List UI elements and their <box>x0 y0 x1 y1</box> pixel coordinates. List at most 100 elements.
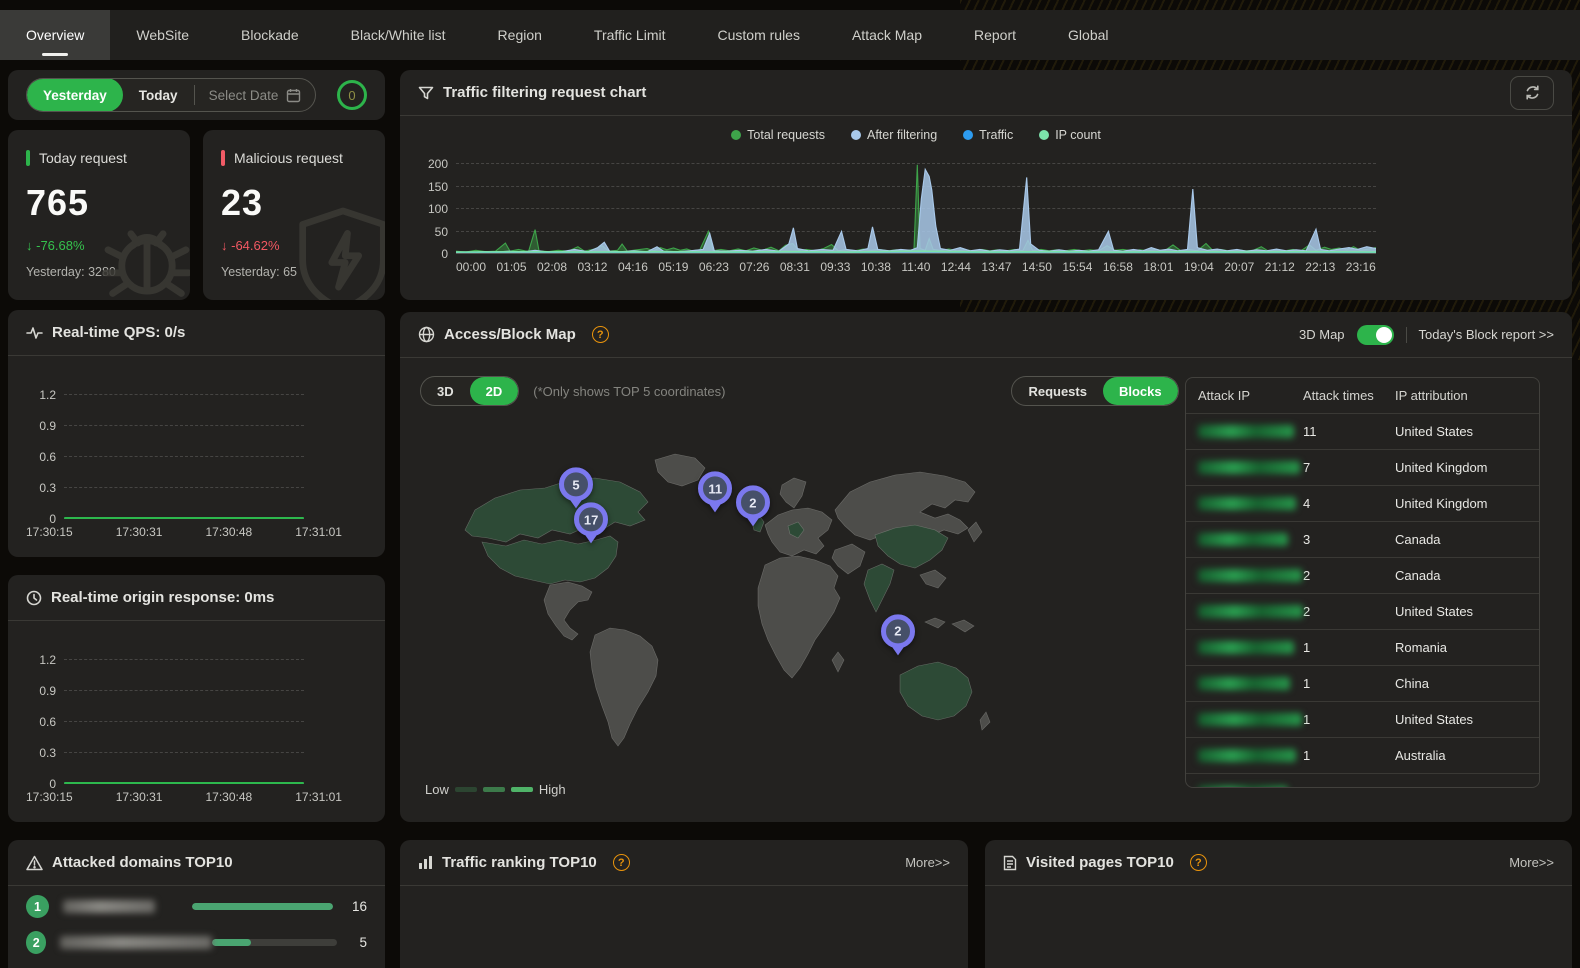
yesterday-button[interactable]: Yesterday <box>27 78 123 112</box>
column-header: Attack IP <box>1186 388 1303 403</box>
map-2d-button[interactable]: 2D <box>470 377 519 405</box>
gridline-y0.9: 0.9 <box>64 425 304 426</box>
legend-item-after-filtering[interactable]: After filtering <box>851 128 937 142</box>
nav-tab-report[interactable]: Report <box>948 10 1042 60</box>
map-pin-australia[interactable]: 2 <box>881 614 915 655</box>
ip-attribution-cell: United Kingdom <box>1395 496 1539 511</box>
help-icon[interactable]: ? <box>1190 854 1207 871</box>
nav-tab-blockade[interactable]: Blockade <box>215 10 325 60</box>
pin-count: 17 <box>574 502 608 536</box>
y-tick-label: 0.6 <box>39 715 56 729</box>
select-date-input[interactable]: Select Date <box>195 88 316 103</box>
blocks-button[interactable]: Blocks <box>1103 377 1178 405</box>
realtime-origin-response-card: Real-time origin response: 0ms 00.30.60.… <box>8 575 385 822</box>
qps-x-axis: 17:30:1517:30:3117:30:4817:31:01 <box>26 525 342 539</box>
x-tick-label: 02:08 <box>537 260 567 274</box>
card-title-text: Real-time origin response: 0ms <box>51 589 274 606</box>
map-pin-united-kingdom[interactable]: 11 <box>698 472 732 513</box>
map-pin-united-states[interactable]: 17 <box>574 502 608 543</box>
redacted-attack-ip <box>1198 713 1302 726</box>
nav-tab-overview[interactable]: Overview <box>0 10 110 60</box>
stat-title-row: Today request <box>26 150 172 166</box>
x-tick-label: 17:31:01 <box>295 790 342 804</box>
x-tick-label: 12:44 <box>941 260 971 274</box>
traffic-chart-x-axis: 00:0001:0502:0803:1204:1605:1906:2307:26… <box>456 260 1376 274</box>
x-tick-label: 23:16 <box>1346 260 1376 274</box>
help-icon[interactable]: ? <box>613 854 630 871</box>
card-title-text: Traffic filtering request chart <box>443 84 646 101</box>
x-tick-label: 17:30:48 <box>206 525 253 539</box>
redacted-domain <box>63 900 155 913</box>
more-link[interactable]: More>> <box>1509 855 1554 870</box>
x-tick-label: 19:04 <box>1184 260 1214 274</box>
map-note: (*Only shows TOP 5 coordinates) <box>533 384 725 399</box>
series-line-origin-response <box>64 782 304 785</box>
attack-times-cell: 1 <box>1303 640 1395 655</box>
x-tick-label: 08:31 <box>780 260 810 274</box>
map-pin-eastern-europe[interactable]: 2 <box>736 485 770 526</box>
requests-button[interactable]: Requests <box>1012 377 1103 405</box>
refresh-button[interactable] <box>1510 76 1554 110</box>
world-map[interactable]: 5171122 <box>420 430 1000 770</box>
help-icon[interactable]: ? <box>592 326 609 343</box>
nav-tab-global[interactable]: Global <box>1042 10 1134 60</box>
x-tick-label: 21:12 <box>1265 260 1295 274</box>
qps-plot: 00.30.60.91.2 <box>64 394 304 518</box>
bug-icon <box>92 204 190 300</box>
legend-dot <box>731 130 741 140</box>
access-block-map-card: Access/Block Map ? 3D Map Today's Block … <box>400 312 1572 822</box>
series-line-qps <box>64 517 304 520</box>
more-link[interactable]: More>> <box>905 855 950 870</box>
redacted-attack-ip <box>1198 533 1288 546</box>
date-range-group: Yesterday Today Select Date <box>26 78 316 112</box>
attack-table-row: 2United States <box>1186 594 1539 630</box>
y-tick-label: 0.6 <box>39 450 56 464</box>
gridline-y0.6: 0.6 <box>64 721 304 722</box>
attacked-domains-list: 11625 <box>8 891 385 958</box>
attack-table-row: 1Australia <box>1186 738 1539 774</box>
x-tick-label: 05:19 <box>658 260 688 274</box>
redacted-domain <box>60 936 211 949</box>
todays-block-report-link[interactable]: Today's Block report >> <box>1419 327 1554 342</box>
stat-title: Malicious request <box>234 150 343 166</box>
select-date-placeholder: Select Date <box>209 88 279 103</box>
map-3d-toggle[interactable] <box>1357 325 1394 345</box>
ip-attribution-cell: Romania <box>1395 640 1539 655</box>
x-tick-label: 06:23 <box>699 260 729 274</box>
ip-attribution-cell: Canada <box>1395 568 1539 583</box>
x-tick-label: 22:13 <box>1305 260 1335 274</box>
legend-item-total-requests[interactable]: Total requests <box>731 128 825 142</box>
nav-tab-website[interactable]: WebSite <box>110 10 215 60</box>
attack-times-cell: 1 <box>1303 676 1395 691</box>
pin-tail <box>584 533 598 543</box>
green-marker <box>26 150 30 166</box>
ip-attribution-cell: United States <box>1395 604 1539 619</box>
pin-tail <box>708 503 722 513</box>
map-3d-button[interactable]: 3D <box>421 377 470 405</box>
refresh-countdown-badge[interactable]: 0 <box>337 80 367 110</box>
nav-tab-black-white-list[interactable]: Black/White list <box>325 10 472 60</box>
x-tick-label: 00:00 <box>456 260 486 274</box>
legend-item-traffic[interactable]: Traffic <box>963 128 1013 142</box>
ip-attribution-cell: Germany <box>1395 785 1539 789</box>
attack-ip-table: Attack IPAttack timesIP attribution11Uni… <box>1185 377 1540 788</box>
x-tick-label: 18:01 <box>1143 260 1173 274</box>
x-tick-label: 13:47 <box>981 260 1011 274</box>
stat-title: Today request <box>39 150 127 166</box>
nav-tab-custom-rules[interactable]: Custom rules <box>692 10 826 60</box>
pin-count: 5 <box>559 467 593 501</box>
today-button[interactable]: Today <box>123 78 194 112</box>
nav-tab-region[interactable]: Region <box>472 10 568 60</box>
nav-tab-traffic-limit[interactable]: Traffic Limit <box>568 10 692 60</box>
legend-high-label: High <box>539 782 566 797</box>
traffic-ranking-card: Traffic ranking TOP10 ? More>> <box>400 840 968 968</box>
x-tick-label: 17:30:15 <box>26 790 73 804</box>
x-tick-label: 17:30:31 <box>116 525 163 539</box>
legend-item-ip-count[interactable]: IP count <box>1039 128 1101 142</box>
x-tick-label: 17:31:01 <box>295 525 342 539</box>
document-icon <box>1003 855 1017 871</box>
nav-tab-attack-map[interactable]: Attack Map <box>826 10 948 60</box>
attack-times-cell: 7 <box>1303 460 1395 475</box>
y-tick-label: 0 <box>49 777 56 791</box>
domain-attack-bar <box>212 939 337 946</box>
